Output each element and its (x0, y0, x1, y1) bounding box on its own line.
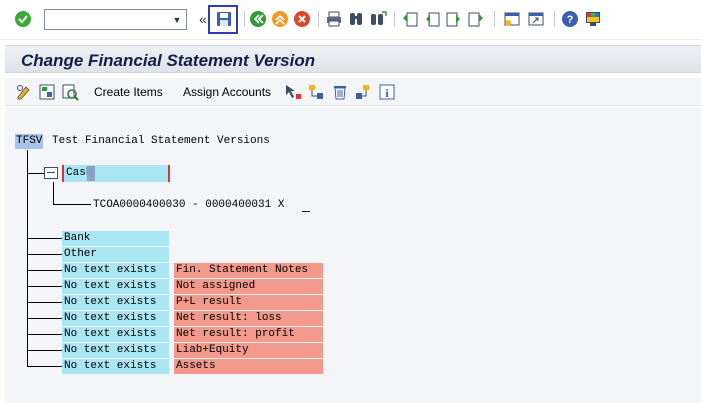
create-session-icon[interactable] (503, 10, 521, 28)
tree-item-note: Not assigned (174, 279, 323, 294)
tree-connector (27, 366, 62, 367)
customize-layout-icon[interactable] (584, 10, 602, 28)
toolbar-separator (494, 11, 495, 27)
tree-item-label[interactable]: No text exists (62, 263, 169, 278)
last-page-icon[interactable] (467, 10, 485, 28)
tree-item-label[interactable]: No text exists (62, 279, 169, 294)
folder-open-icon[interactable] (44, 167, 58, 179)
svg-text:?: ? (567, 14, 574, 26)
exit-icon[interactable] (271, 10, 289, 28)
tree-connector (27, 286, 62, 287)
select-icon[interactable] (284, 83, 302, 101)
tree-item-note: Net result: loss (174, 311, 323, 326)
application-toolbar: Create Items Assign Accounts i (5, 78, 701, 106)
search-icon[interactable] (61, 83, 79, 101)
toolbar-separator (244, 11, 245, 27)
print-icon[interactable] (325, 10, 343, 28)
tree-item-note: Liab+Equity (174, 343, 323, 358)
toolbar-separator (318, 11, 319, 27)
tree-connector (27, 254, 62, 255)
find-next-icon[interactable] (369, 10, 387, 28)
tree-item-note: Assets (174, 359, 323, 374)
tree-item-note: Net result: profit (174, 327, 323, 342)
page-title: Change Financial Statement Version (21, 51, 316, 70)
delete-icon[interactable] (331, 83, 349, 101)
title-bar: Change Financial Statement Version (5, 45, 701, 73)
cash-account-range: TCOA0000400030 - 0000400031 X (93, 199, 285, 211)
tree-item-note: P+L result (174, 295, 323, 310)
tree-item-label[interactable]: No text exists (62, 295, 169, 310)
enter-icon[interactable] (14, 10, 32, 28)
hierarchy-icon[interactable] (354, 83, 372, 101)
help-icon[interactable]: ? (561, 10, 579, 28)
tree-connector (53, 204, 91, 205)
next-page-icon[interactable] (445, 10, 463, 28)
cancel-icon[interactable] (293, 10, 311, 28)
text-cursor-block (87, 166, 95, 181)
create-items-button[interactable]: Create Items (94, 85, 163, 99)
structure-icon[interactable] (38, 83, 56, 101)
tree-connector (27, 302, 62, 303)
save-icon[interactable] (215, 10, 233, 28)
tree-item-label[interactable]: No text exists (62, 327, 169, 342)
assign-accounts-button[interactable]: Assign Accounts (183, 85, 271, 99)
toolbar-separator (394, 11, 395, 27)
command-field[interactable]: ▼ (44, 9, 187, 30)
system-toolbar: ▼ « ? (0, 0, 701, 40)
toolbar-separator (554, 11, 555, 27)
tree-item-label[interactable]: No text exists (62, 359, 169, 374)
reassign-icon[interactable] (307, 83, 325, 101)
first-page-icon[interactable] (401, 10, 419, 28)
previous-page-icon[interactable] (423, 10, 441, 28)
tree-connector (27, 318, 62, 319)
shortcut-icon[interactable] (527, 10, 545, 28)
tree-connector (27, 350, 62, 351)
tree-connector (27, 238, 62, 239)
tree-connector (27, 334, 62, 335)
cash-node-box[interactable]: Cash (62, 165, 170, 182)
chevron-down-icon[interactable]: ▼ (170, 12, 184, 27)
tree-connector (27, 173, 44, 174)
tree-item-label[interactable]: No text exists (62, 343, 169, 358)
tree-item-label[interactable]: Bank (62, 231, 169, 246)
root-node-text: Test Financial Statement Versions (52, 135, 270, 147)
display-change-icon[interactable] (15, 83, 33, 101)
input-caret (302, 211, 310, 212)
tree-item-label[interactable]: Other (62, 247, 169, 262)
tree-item-label[interactable]: No text exists (62, 311, 169, 326)
info-icon[interactable]: i (378, 83, 396, 101)
tree-connector (53, 182, 54, 204)
root-node-code[interactable]: TFSV (15, 134, 44, 149)
tree-connector (27, 270, 62, 271)
tree-item-note: Fin. Statement Notes (174, 263, 323, 278)
find-icon[interactable] (347, 10, 365, 28)
back-icon[interactable] (249, 10, 267, 28)
